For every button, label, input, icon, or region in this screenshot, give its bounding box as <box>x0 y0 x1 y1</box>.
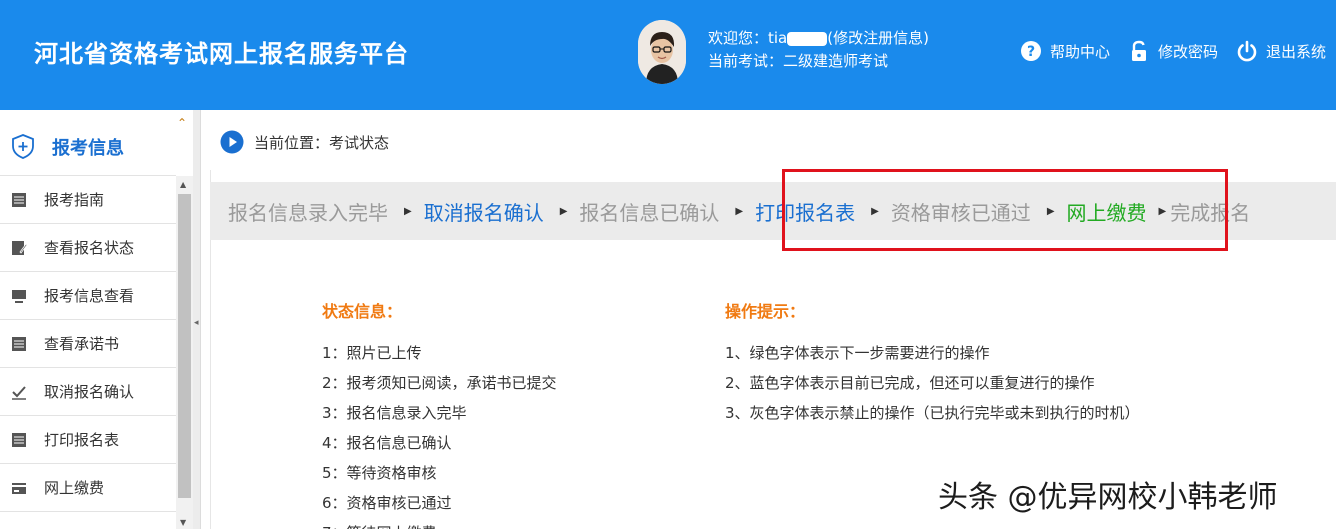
status-list: 1：照片已上传 2：报考须知已阅读，承诺书已提交 3：报名信息录入完毕 4：报名… <box>322 338 557 529</box>
play-circle-icon <box>220 130 244 154</box>
welcome-text: 欢迎您：tia <box>708 29 788 47</box>
avatar <box>638 20 686 84</box>
step-online-payment[interactable]: 网上缴费 <box>1067 197 1147 226</box>
list-item: 1：照片已上传 <box>322 344 422 362</box>
change-password-button[interactable]: 修改密码 <box>1128 40 1218 62</box>
step-review-passed: 资格审核已通过 <box>890 200 1031 225</box>
scrollbar-thumb[interactable] <box>178 194 191 498</box>
sidebar-item-print-form[interactable]: 打印报名表 <box>0 416 176 464</box>
sidebar-item-label: 查看报名状态 <box>44 239 135 257</box>
scroll-down-arrow-icon[interactable]: ▼ <box>180 518 186 527</box>
sidebar-section-title: 报考信息 <box>52 138 124 159</box>
list-icon <box>12 336 26 351</box>
list-item: 3、灰色字体表示禁止的操作（已执行完毕或未到执行的时机） <box>725 404 1140 422</box>
sidebar-item-exam-guide[interactable]: 报考指南 <box>0 176 176 224</box>
monitor-icon <box>12 289 26 303</box>
status-title: 状态信息： <box>322 302 403 321</box>
list-item: 4：报名信息已确认 <box>322 434 452 452</box>
edit-doc-icon <box>12 240 27 255</box>
current-exam: 当前考试：二级建造师考试 <box>708 52 889 70</box>
masked-username <box>787 31 828 46</box>
sidebar-item-label: 取消报名确认 <box>44 383 135 401</box>
list-icon <box>12 192 26 207</box>
sidebar-item-label: 报考信息查看 <box>44 287 135 305</box>
svg-text:?: ? <box>1027 44 1035 60</box>
sidebar-item-cancel-confirm[interactable]: 取消报名确认 <box>0 368 176 416</box>
watermark: 头条 @优异网校小韩老师 <box>938 480 1278 515</box>
sidebar-item-label: 报考指南 <box>44 191 105 209</box>
step-info-confirmed: 报名信息已确认 <box>579 200 720 225</box>
list-item: 6：资格审核已通过 <box>322 494 452 512</box>
breadcrumb: 当前位置：考试状态 <box>220 130 389 154</box>
list-item: 2、蓝色字体表示目前已完成，但还可以重复进行的操作 <box>725 374 1095 392</box>
list-item: 5：等待资格审核 <box>322 464 437 482</box>
step-arrow-icon: ▶ <box>559 205 568 217</box>
step-cancel-confirm[interactable]: 取消报名确认 <box>424 197 544 226</box>
list-item: 7：等待网上缴费 <box>322 518 557 529</box>
step-arrow-icon: ▶ <box>404 205 412 217</box>
step-arrow-icon: ▶ <box>1158 205 1167 217</box>
logout-button[interactable]: 退出系统 <box>1236 40 1326 62</box>
logout-label: 退出系统 <box>1265 42 1326 61</box>
scroll-up-arrow-icon[interactable]: ▲ <box>180 180 186 189</box>
list-item: 1、绿色字体表示下一步需要进行的操作 <box>725 344 990 362</box>
sidebar-item-label: 打印报名表 <box>44 431 120 449</box>
card-icon <box>12 482 26 494</box>
check-icon <box>12 385 26 400</box>
step-arrow-icon: ▶ <box>871 205 879 217</box>
sidebar-menu: 报考指南 查看报名状态 报考信息查看 查看承诺书 取消报名确认 打印报名表 网上… <box>0 176 176 512</box>
help-center-button[interactable]: ? 帮助中心 <box>1020 40 1110 62</box>
list-item: 2：报考须知已阅读，承诺书已提交 <box>322 374 557 392</box>
sidebar-item-label: 查看承诺书 <box>44 335 120 353</box>
step-arrow-icon: ▶ <box>735 205 744 217</box>
shield-plus-icon <box>12 134 34 159</box>
help-icon: ? <box>1020 41 1041 61</box>
help-center-label: 帮助中心 <box>1049 42 1110 61</box>
sidebar: 报考信息 ⌃ 报考指南 查看报名状态 报考信息查看 查看承诺书 取消报名确认 打… <box>0 110 195 529</box>
list-icon <box>12 432 26 447</box>
breadcrumb-text: 当前位置：考试状态 <box>254 133 390 152</box>
sidebar-scrollbar[interactable]: ▲ ▼ <box>176 176 193 529</box>
sidebar-section-header[interactable]: 报考信息 <box>0 110 176 176</box>
power-icon <box>1237 40 1257 62</box>
step-arrow-icon: ▶ <box>1046 205 1055 217</box>
lock-icon <box>1131 40 1146 61</box>
tips-title: 操作提示： <box>725 302 806 321</box>
step-info-entered: 报名信息录入完毕 <box>228 200 388 225</box>
header-actions: ? 帮助中心 修改密码 退出系统 <box>1020 40 1326 62</box>
list-item: 3：报名信息录入完毕 <box>322 404 467 422</box>
app-title: 河北省资格考试网上报名服务平台 <box>34 40 409 68</box>
step-complete: 完成报名 <box>1170 200 1251 225</box>
top-header: 河北省资格考试网上报名服务平台 欢迎您：tia (修改注册信息) 当前考试：二级建… <box>0 0 1336 110</box>
sidebar-item-view-info[interactable]: 报考信息查看 <box>0 272 176 320</box>
step-print-form[interactable]: 打印报名表 <box>755 197 855 226</box>
tips-list: 1、绿色字体表示下一步需要进行的操作 2、蓝色字体表示目前已完成，但还可以重复进… <box>725 338 1140 428</box>
welcome-block: 欢迎您：tia (修改注册信息) 当前考试：二级建造师考试 <box>708 27 929 73</box>
sidebar-item-label: 网上缴费 <box>44 479 105 497</box>
sidebar-item-view-commitment[interactable]: 查看承诺书 <box>0 320 176 368</box>
sidebar-item-online-payment[interactable]: 网上缴费 <box>0 464 176 512</box>
progress-steps: 报名信息录入完毕 ▶ 取消报名确认 ▶ 报名信息已确认 ▶ 打印报名表 ▶ 资格… <box>210 182 1336 240</box>
collapse-up-icon[interactable]: ⌃ <box>177 116 187 130</box>
edit-registration-link[interactable]: (修改注册信息) <box>827 29 929 47</box>
change-password-label: 修改密码 <box>1157 42 1218 61</box>
sidebar-item-view-status[interactable]: 查看报名状态 <box>0 224 176 272</box>
collapse-left-icon[interactable]: ◂ <box>194 318 199 328</box>
